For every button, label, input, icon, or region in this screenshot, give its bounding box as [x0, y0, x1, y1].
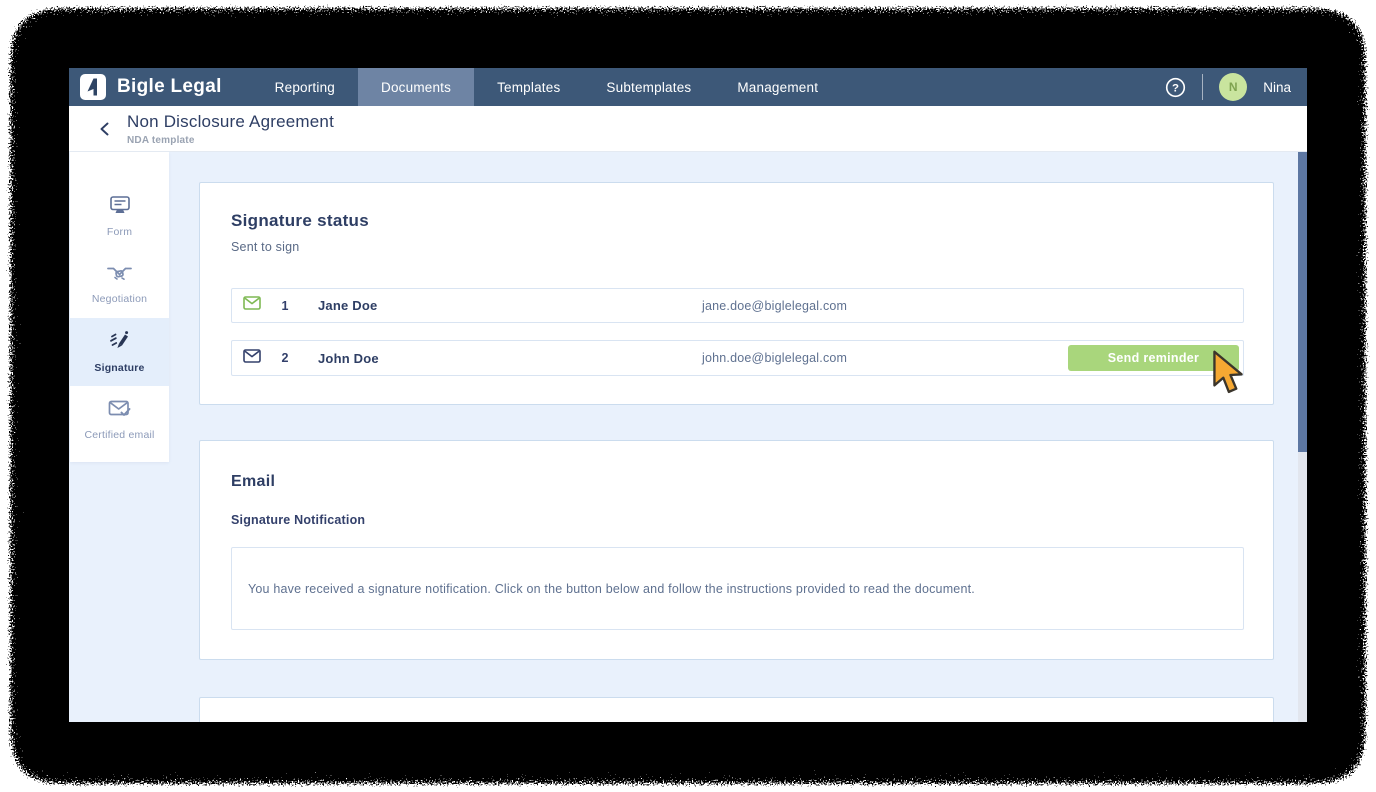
sidebar-item-form[interactable]: Form	[70, 182, 169, 250]
next-card-partial	[199, 697, 1274, 722]
content-area: Form Negotiation	[69, 152, 1307, 722]
signer-email: john.doe@biglelegal.com	[702, 351, 847, 365]
page-title: Non Disclosure Agreement	[127, 112, 334, 132]
brand[interactable]: Bigle Legal	[69, 74, 222, 100]
signature-pen-icon	[109, 330, 130, 356]
header-text: Non Disclosure Agreement NDA template	[127, 112, 334, 146]
chevron-left-icon[interactable]	[91, 115, 119, 143]
help-circle-icon[interactable]: ?	[1164, 76, 1186, 98]
signer-email: jane.doe@biglelegal.com	[702, 299, 847, 313]
tab-management[interactable]: Management	[714, 68, 841, 106]
notification-message: You have received a signature notificati…	[248, 582, 975, 596]
signer-name: Jane Doe	[318, 298, 377, 313]
signer-row-john-doe: 2 John Doe john.doe@biglelegal.com Send …	[231, 340, 1244, 376]
signer-order: 2	[278, 351, 292, 365]
form-icon	[109, 195, 131, 220]
signature-status-title: Signature status	[200, 183, 1273, 231]
scrollbar-thumb[interactable]	[1298, 152, 1307, 452]
screenshot-canvas: Bigle Legal Reporting Documents Template…	[0, 0, 1376, 792]
tab-templates[interactable]: Templates	[474, 68, 583, 106]
sidebar-item-label: Certified email	[84, 429, 154, 441]
svg-text:?: ?	[1172, 82, 1179, 94]
sidebar-item-negotiation[interactable]: Negotiation	[70, 250, 169, 318]
app-window: Bigle Legal Reporting Documents Template…	[69, 68, 1307, 722]
sidebar-item-certified-email[interactable]: Certified email	[70, 386, 169, 454]
envelope-signed-icon	[243, 296, 261, 315]
sidebar-item-label: Form	[107, 226, 132, 238]
user-name[interactable]: Nina	[1263, 80, 1291, 95]
notification-message-box: You have received a signature notificati…	[231, 547, 1244, 630]
scrollbar-track[interactable]	[1298, 452, 1307, 722]
signer-name: John Doe	[318, 351, 379, 366]
nav-divider	[1202, 74, 1203, 100]
envelope-pending-icon	[243, 349, 261, 368]
tab-subtemplates[interactable]: Subtemplates	[583, 68, 714, 106]
email-card: Email Signature Notification You have re…	[199, 440, 1274, 660]
brand-name: Bigle Legal	[117, 76, 222, 98]
bigle-logo-icon	[80, 74, 106, 100]
nav-tabs: Reporting Documents Templates Subtemplat…	[252, 68, 842, 106]
nav-right: ? N Nina	[1164, 73, 1307, 101]
user-avatar[interactable]: N	[1219, 73, 1247, 101]
page-header: Non Disclosure Agreement NDA template	[69, 106, 1307, 152]
sidebar-item-label: Signature	[94, 362, 144, 374]
sidebar-item-label: Negotiation	[92, 293, 147, 305]
sidebar-item-signature[interactable]: Signature	[70, 318, 169, 386]
tab-reporting[interactable]: Reporting	[252, 68, 358, 106]
signer-row-jane-doe: 1 Jane Doe jane.doe@biglelegal.com	[231, 288, 1244, 323]
top-nav: Bigle Legal Reporting Documents Template…	[69, 68, 1307, 106]
email-card-title: Email	[200, 441, 1273, 491]
signature-notification-heading: Signature Notification	[200, 491, 1273, 527]
certified-email-icon	[108, 400, 131, 423]
signer-order: 1	[278, 299, 292, 313]
tab-documents[interactable]: Documents	[358, 68, 474, 106]
send-reminder-button[interactable]: Send reminder	[1068, 345, 1239, 371]
handshake-icon	[106, 264, 133, 287]
signature-status-card: Signature status Sent to sign 1 Jane Doe…	[199, 182, 1274, 405]
sidebar: Form Negotiation	[70, 152, 169, 462]
page-subtitle: NDA template	[127, 135, 334, 146]
signature-status-subtitle: Sent to sign	[200, 231, 1273, 254]
